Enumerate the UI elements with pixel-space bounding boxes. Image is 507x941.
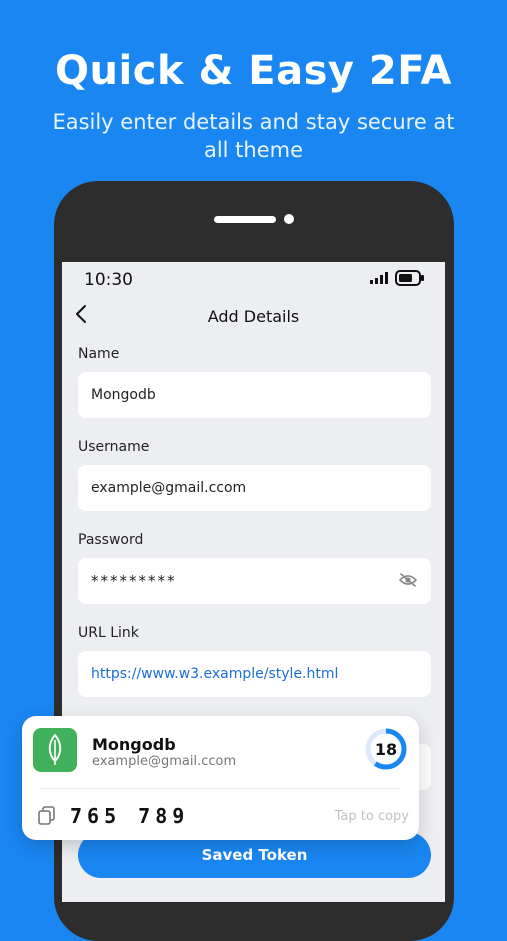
name-label: Name — [78, 346, 120, 362]
eye-off-icon[interactable] — [398, 572, 418, 588]
signal-icon — [370, 272, 388, 284]
name-field[interactable]: Mongodb — [78, 372, 431, 418]
password-value: ********* — [91, 572, 177, 590]
password-field[interactable]: ********* — [78, 558, 431, 604]
token-username: example@gmail.ccom — [92, 754, 237, 769]
password-label: Password — [78, 532, 144, 548]
username-label: Username — [78, 439, 150, 455]
url-label: URL Link — [78, 625, 139, 641]
status-time: 10:30 — [84, 270, 133, 290]
promo-headline: Quick & Easy 2FA — [55, 48, 452, 94]
tap-to-copy-hint[interactable]: Tap to copy — [335, 809, 409, 824]
page-title: Add Details — [207, 307, 300, 326]
phone-camera — [284, 214, 294, 224]
token-app-name: Mongodb — [92, 735, 176, 754]
token-card[interactable]: Mongodb example@gmail.ccom 18 765 789 Ta… — [22, 716, 419, 840]
app-icon — [33, 728, 77, 772]
token-code[interactable]: 765 789 — [70, 804, 189, 828]
username-field[interactable]: example@gmail.ccom — [78, 465, 431, 511]
copy-icon[interactable] — [38, 806, 56, 826]
phone-speaker — [214, 216, 276, 223]
battery-icon — [395, 270, 424, 286]
promo-subline: Easily enter details and stay secure at … — [52, 110, 455, 162]
countdown-value: 18 — [374, 739, 398, 759]
url-field[interactable]: https://www.w3.example/style.html — [78, 651, 431, 697]
card-divider — [40, 788, 401, 789]
leaf-icon — [48, 734, 62, 765]
